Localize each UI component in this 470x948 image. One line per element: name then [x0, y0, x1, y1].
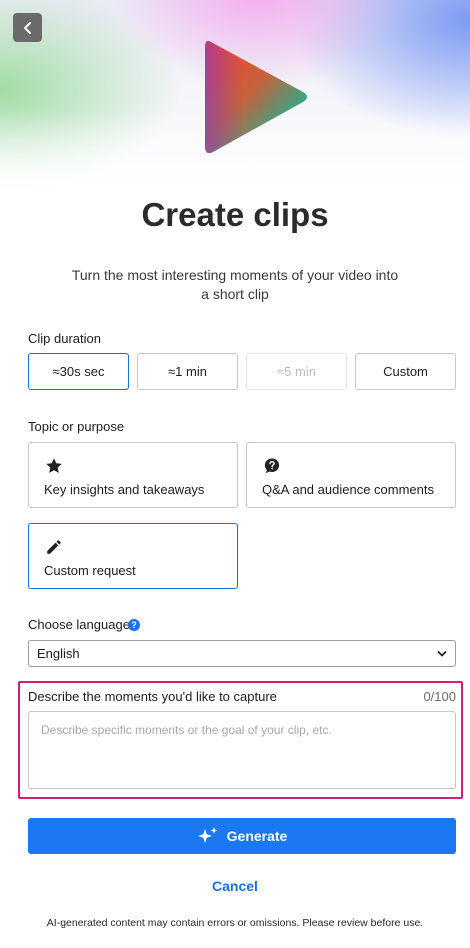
generate-button[interactable]: Generate	[28, 818, 456, 854]
play-triangle-icon	[205, 40, 307, 154]
question-bubble-icon	[264, 458, 280, 474]
generate-label: Generate	[226, 828, 288, 844]
topic-option-label: Key insights and takeaways	[44, 482, 205, 497]
star-icon	[46, 458, 62, 473]
page-subtitle: Turn the most interesting moments of you…	[71, 267, 399, 302]
help-circle-icon[interactable]: ?	[128, 619, 140, 631]
topic-qa-card[interactable]: Q&A and audience comments	[246, 442, 456, 508]
duration-custom-button[interactable]: Custom	[355, 353, 456, 390]
describe-placeholder: Describe specific moments or the goal of…	[41, 723, 332, 737]
describe-label: Describe the moments you'd like to captu…	[28, 689, 277, 704]
page-title: Create clips	[141, 196, 329, 233]
clip-duration-label: Clip duration	[28, 331, 101, 346]
chevron-down-icon	[437, 651, 447, 657]
topic-key-insights-card[interactable]: Key insights and takeaways	[28, 442, 238, 508]
topic-option-label: Q&A and audience comments	[262, 482, 434, 497]
chevron-left-icon	[23, 21, 31, 34]
duration-30s-button[interactable]: ≈30s sec	[28, 353, 129, 390]
topic-label: Topic or purpose	[28, 419, 125, 434]
language-select[interactable]: English	[28, 640, 456, 667]
describe-textarea[interactable]: Describe specific moments or the goal of…	[28, 711, 456, 789]
topic-custom-request-card[interactable]: Custom request	[28, 523, 238, 589]
language-label: Choose language	[28, 617, 130, 632]
back-button[interactable]	[13, 13, 42, 42]
character-counter: 0/100	[423, 689, 456, 704]
sparkle-icon	[197, 827, 218, 843]
duration-1min-button[interactable]: ≈1 min	[137, 353, 238, 390]
cancel-button[interactable]: Cancel	[0, 878, 470, 894]
topic-option-label: Custom request	[44, 563, 136, 578]
pencil-icon	[47, 540, 61, 554]
ai-disclaimer: AI-generated content may contain errors …	[46, 917, 424, 929]
duration-5min-button: ≈5 min	[246, 353, 347, 390]
language-select-value: English	[37, 646, 80, 661]
